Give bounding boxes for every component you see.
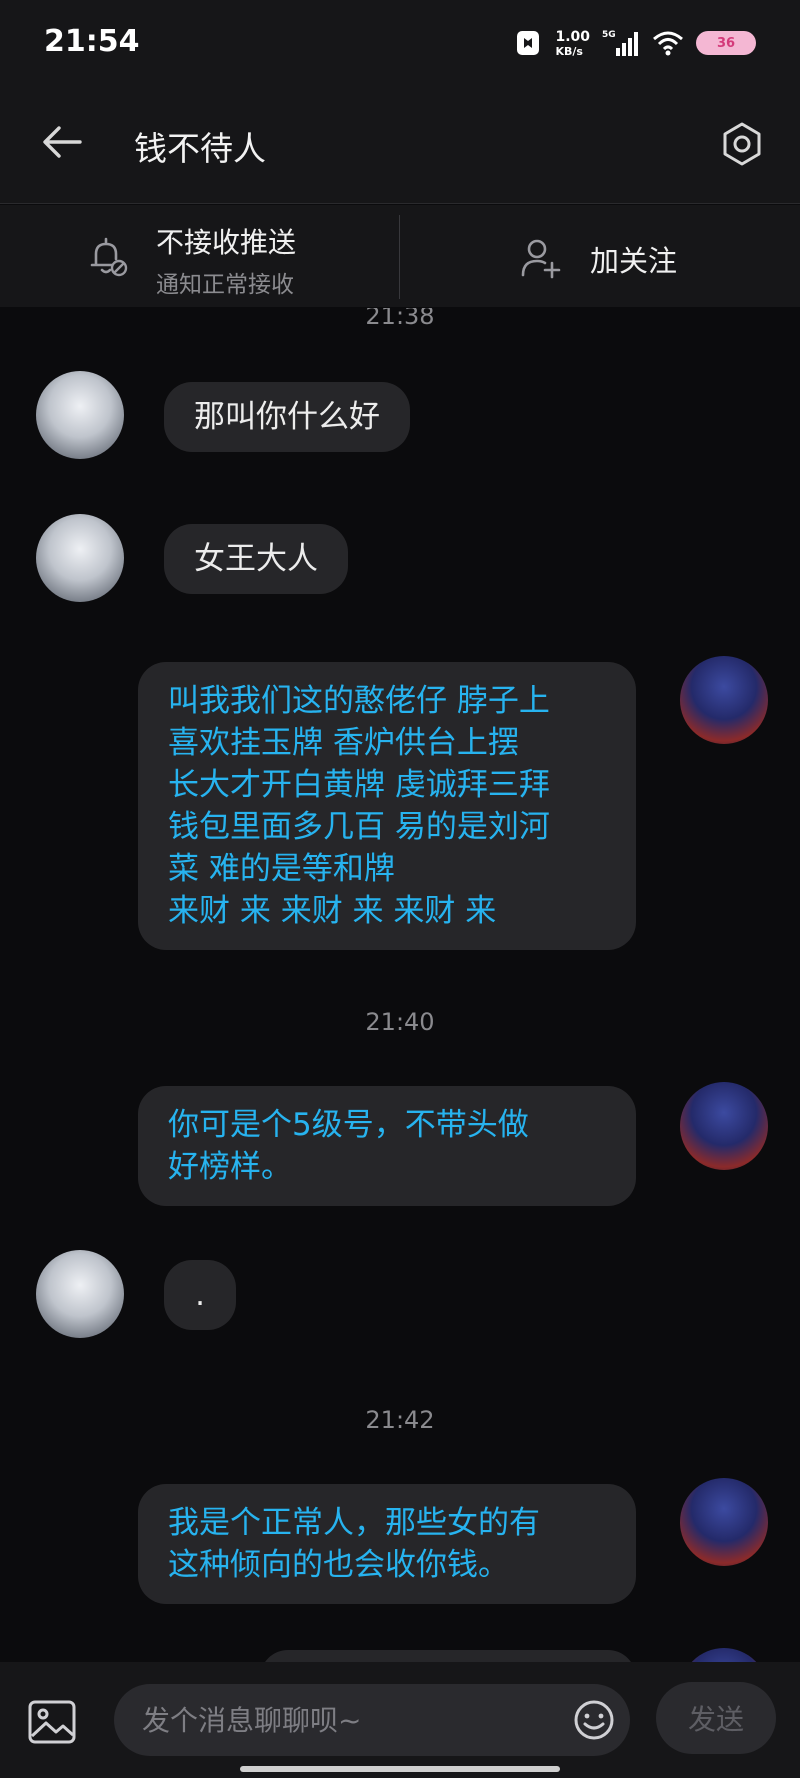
message-list[interactable]: 21:38 那叫你什么好 女王大人 叫我我们这的憨佬仔 脖子上 喜欢挂玉牌 香炉… [0, 308, 800, 1662]
status-time: 21:54 [44, 24, 140, 59]
wifi-icon [653, 31, 683, 56]
push-subtitle: 通知正常接收 [156, 272, 294, 298]
follow-button[interactable]: 加关注 [400, 205, 800, 307]
chat-header: 钱不待人 [0, 86, 800, 204]
settings-button[interactable] [714, 116, 770, 172]
svg-text:5G: 5G [602, 30, 616, 40]
status-icons: 1.00 KB/s 5G 36 [513, 26, 756, 60]
nfc-icon [517, 31, 540, 55]
message-bubble-sent[interactable]: 叫我我们这的憨佬仔 脖子上 喜欢挂玉牌 香炉供台上摆 长大才开白黄牌 虔诚拜三拜… [138, 662, 636, 950]
image-picker-button[interactable] [26, 1696, 78, 1748]
battery-badge: 36 [696, 31, 756, 55]
message-bubble-received[interactable]: 那叫你什么好 [164, 382, 410, 452]
message-bubble-sent[interactable]: 我是个正常人，那些女的有 这种倾向的也会收你钱。 [138, 1484, 636, 1604]
timestamp: 21:42 [365, 1406, 435, 1434]
avatar[interactable] [36, 371, 124, 459]
avatar[interactable] [680, 1478, 768, 1566]
timestamp: 21:38 [365, 308, 435, 330]
message-bubble-received[interactable]: . [164, 1260, 236, 1330]
avatar[interactable] [36, 514, 124, 602]
message-bubble-sent[interactable]: 你可是个5级号，不带头做 好榜样。 [138, 1086, 636, 1206]
emoji-button[interactable] [572, 1698, 616, 1742]
back-button[interactable] [36, 116, 88, 168]
status-bar: 21:54 1.00 KB/s 5G 36 [0, 0, 800, 86]
home-indicator[interactable] [240, 1766, 560, 1772]
follow-label: 加关注 [590, 244, 678, 278]
push-title: 不接收推送 [156, 226, 297, 259]
avatar[interactable] [680, 1082, 768, 1170]
cellular-signal-icon: 5G [602, 30, 638, 56]
avatar[interactable] [36, 1250, 124, 1338]
timestamp: 21:40 [365, 1008, 435, 1036]
mute-push-toggle[interactable]: 不接收推送 通知正常接收 [0, 205, 399, 307]
avatar[interactable] [680, 656, 768, 744]
message-bubble-sent-partial[interactable] [260, 1650, 636, 1662]
chat-screen: 21:54 1.00 KB/s 5G 36 钱不待人 不接收推送 通知正常接收 … [0, 0, 800, 1778]
message-bubble-received[interactable]: 女王大人 [164, 524, 348, 594]
image-icon [28, 1700, 76, 1744]
action-bar: 不接收推送 通知正常接收 加关注 [0, 205, 800, 307]
net-speed: 1.00 KB/s [555, 28, 590, 58]
page-title: 钱不待人 [134, 129, 266, 168]
smiley-icon [574, 1700, 614, 1740]
avatar[interactable] [680, 1648, 768, 1662]
input-bar: 发送 [0, 1662, 800, 1778]
bell-off-icon [90, 237, 128, 277]
message-input[interactable] [114, 1684, 630, 1756]
arrow-left-icon [43, 126, 82, 158]
hexagon-settings-icon [723, 122, 761, 166]
send-button[interactable]: 发送 [656, 1682, 776, 1754]
add-user-icon [521, 239, 561, 279]
